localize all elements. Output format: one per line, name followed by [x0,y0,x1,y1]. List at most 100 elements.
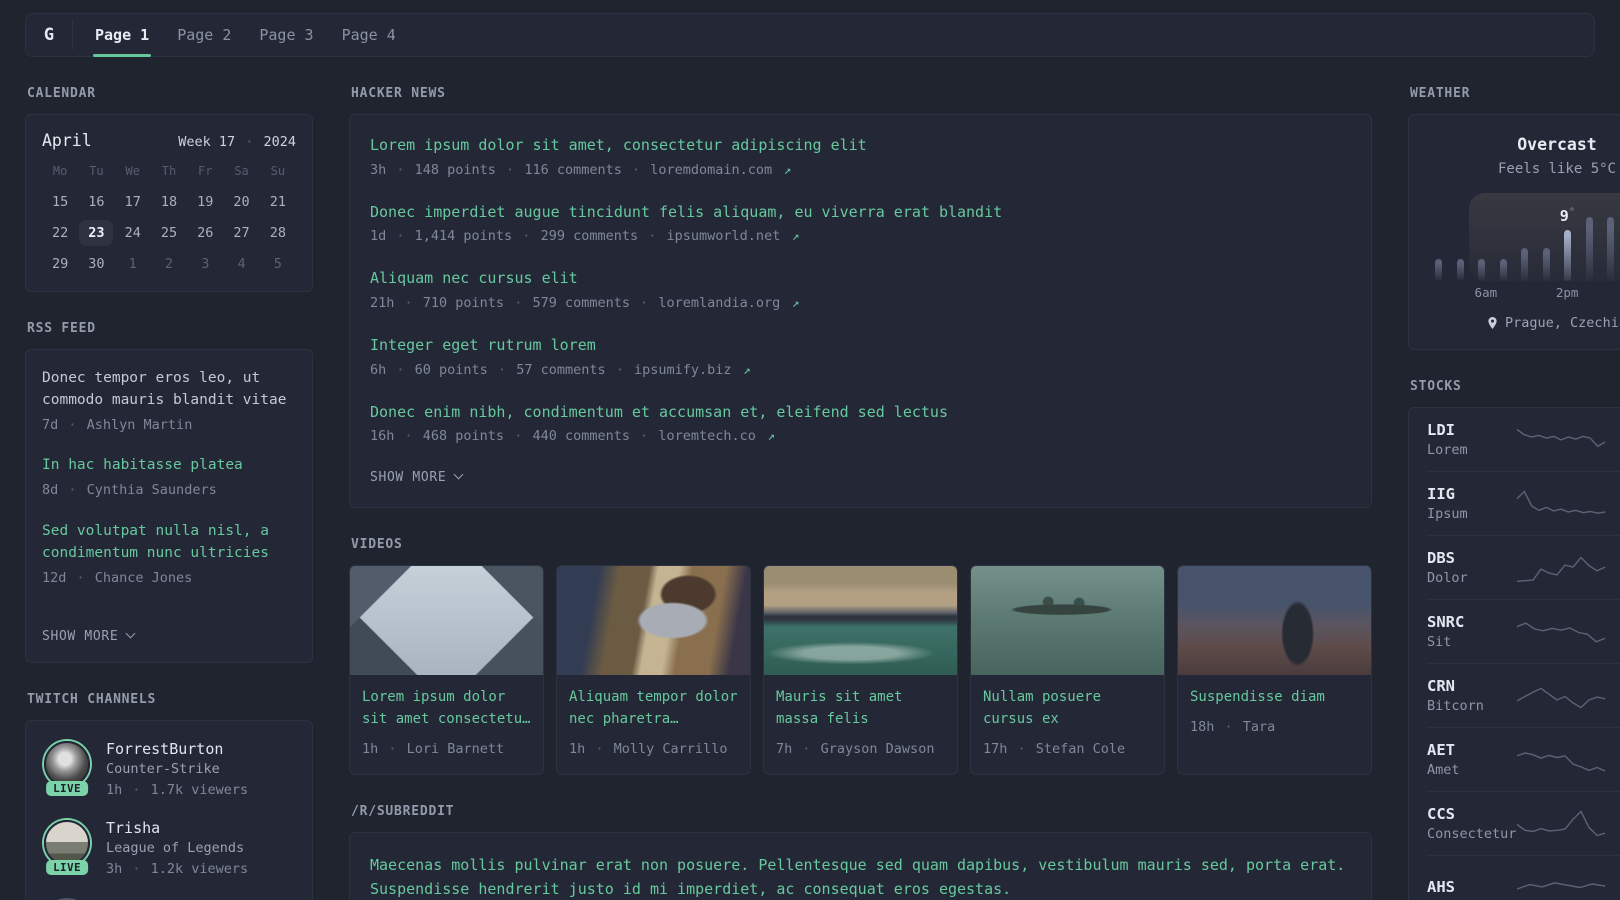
stock-sparkline [1515,550,1607,586]
stock-row[interactable]: LDI Lorem +4.35% $795.18 [1427,408,1620,471]
rss-widget-title: RSS FEED [27,321,96,336]
video-card[interactable]: Mauris sit amet massa felis 7h · Grayson … [763,565,958,775]
calendar-week-year: Week 17 · 2024 [178,134,296,150]
hackernews-widget: HACKER NEWS Lorem ipsum dolor sit amet, … [349,86,1372,509]
rss-item-title-link[interactable]: Donec tempor eros leo, ut commodo mauris… [42,368,296,412]
video-card-body: Mauris sit amet massa felis 7h · Grayson … [764,675,957,773]
stock-row[interactable]: CCS Consectetur +0.51% $165.84 [1427,791,1620,855]
tab-page-4[interactable]: Page 4 [328,14,410,56]
separator-dot: · [1216,719,1241,736]
twitch-channel-row[interactable]: LIVE Trisha League of Legends 3h · 1.2k vie… [42,818,296,880]
video-thumbnail[interactable] [764,566,957,676]
calendar-day: 1 [128,256,137,272]
videos-widget: VIDEOS Lorem ipsum dolor sit amet consec… [349,537,1372,775]
video-title-link[interactable]: Suspendisse diam [1190,687,1359,709]
sparkline-chart [1516,555,1606,582]
stock-name: Sit [1427,634,1452,650]
video-card[interactable]: Lorem ipsum dolor sit amet consectetu… 1h… [349,565,544,775]
calendar-widget: CALENDAR April Week 17 · 2024 Mo Tu We Th Fr… [25,86,313,292]
stock-change-percent: +2.84% [1607,485,1620,503]
videos-row: Lorem ipsum dolor sit amet consectetu… 1h… [349,565,1372,775]
video-thumbnail[interactable] [350,566,543,676]
weather-bar [1585,217,1593,281]
hackernews-item-title-link[interactable]: Lorem ipsum dolor sit amet, consectetur … [370,135,1351,157]
twitch-channel-name-link[interactable]: ForrestBurton [106,740,248,758]
stock-row[interactable]: AHS +0.46% [1427,855,1620,900]
app-logo[interactable]: G [26,14,72,56]
hackernews-item-title-link[interactable]: Integer eget rutrum lorem [370,335,1351,357]
twitch-channel-name-link[interactable]: Trisha [106,819,248,837]
twitch-card: LIVE ForrestBurton Counter-Strike 1h · 1.7k… [25,719,313,900]
stock-row[interactable]: CRN Bitcorn -1.00% $66,171.48 [1427,663,1620,727]
stock-row[interactable]: DBS Dolor +1.42% $156.28 [1427,535,1620,599]
calendar-day: 3 [201,256,210,272]
tab-page-2[interactable]: Page 2 [163,14,245,56]
video-title-link[interactable]: Aliquam tempor dolor nec pharetra… [569,687,738,730]
video-thumbnail[interactable] [557,566,750,676]
item-meta: 17h · Stefan Cole [983,739,1152,760]
hackernews-show-more-button[interactable]: SHOW MORE [370,469,464,485]
tab-page-3[interactable]: Page 3 [245,14,327,56]
video-title-link[interactable]: Nullam posuere cursus ex [983,687,1152,730]
separator-dot: · [497,161,523,178]
calendar-day: 19 [197,194,214,210]
twitch-channel-row[interactable]: LIVE ForrestBurton Counter-Strike 1h · 1.7k… [42,739,296,801]
source-domain-link[interactable]: loremdomain.com [650,162,772,178]
rss-item: Sed volutpat nulla nisl, a condimentum n… [42,521,296,588]
subreddit-post-title-link[interactable]: Maecenas mollis pulvinar erat non posuer… [370,853,1351,900]
stock-price: $165.84 [1607,826,1620,842]
stock-price: $499.72 [1607,762,1620,778]
meta-part: 148 points [414,161,496,178]
video-card-body: Suspendisse diam 18h · Tara [1178,675,1371,752]
stock-row[interactable]: SNRC Sit +1.36% $148.64 [1427,599,1620,663]
calendar-weekday-label: Su [270,164,286,178]
chevron-down-icon [125,628,136,638]
stock-sparkline [1515,806,1607,842]
location-pin-icon [1488,317,1497,329]
video-card-body: Lorem ipsum dolor sit amet consectetu… 1h… [350,675,543,773]
left-column: CALENDAR April Week 17 · 2024 Mo Tu We Th Fr… [25,57,313,900]
calendar-grid: Mo Tu We Th Fr Sa Su 15 16 17 18 19 20 21 22 23 24 25 26 27… [42,164,296,277]
item-meta: 3h · 148 points · 116 comments · loremdo… [370,160,1351,181]
subreddit-card: Maecenas mollis pulvinar erat non posuer… [349,831,1372,900]
separator-dot: · [506,428,531,445]
calendar-day: 15 [52,194,69,210]
rss-item-title-link[interactable]: In hac habitasse platea [42,455,296,477]
stock-price: $148.64 [1607,634,1620,650]
hackernews-item-title-link[interactable]: Donec imperdiet augue tincidunt felis al… [370,202,1351,224]
stock-change-percent: -1.00% [1607,677,1620,695]
calendar-month: April [42,131,92,150]
rss-show-more-button[interactable]: SHOW MORE [42,628,136,644]
calendar-weekday-label: Sa [234,164,249,178]
separator-dot: · [388,161,413,178]
video-card[interactable]: Suspendisse diam 18h · Tara [1177,565,1372,775]
source-domain-link[interactable]: loremtech.co [658,428,756,444]
stock-price: $66,171.48 [1607,698,1620,714]
meta-part: 3h [370,161,387,178]
source-domain-link[interactable]: ipsumworld.net [667,228,781,244]
subreddit-widget: /R/SUBREDDIT Maecenas mollis pulvinar er… [349,804,1372,900]
source-domain-link[interactable]: loremlandia.org [658,295,780,311]
stock-row[interactable]: AET Amet +0.92% $499.72 [1427,727,1620,791]
rss-item-title-link[interactable]: Sed volutpat nulla nisl, a condimentum n… [42,521,296,565]
separator-dot: · [396,428,421,445]
video-thumbnail[interactable] [971,566,1164,676]
meta-part: Molly Carrillo [613,740,728,757]
video-card[interactable]: Nullam posuere cursus ex 17h · Stefan Col… [970,565,1165,775]
external-link-icon: ↗ [784,228,800,244]
video-title-link[interactable]: Lorem ipsum dolor sit amet consectetu… [362,687,531,730]
weather-bar [1542,248,1550,281]
calendar-day: 16 [88,194,105,210]
video-thumbnail[interactable] [1178,566,1371,676]
tab-page-1[interactable]: Page 1 [81,14,163,57]
stock-change-percent: +0.92% [1607,741,1620,759]
right-column: WEATHER Overcast Feels like 5°C 9° 6am 2p… [1408,57,1620,900]
video-card[interactable]: Aliquam tempor dolor nec pharetra… 1h · M… [556,565,751,775]
hackernews-item-title-link[interactable]: Donec enim nibh, condimentum et accumsan… [370,402,1351,424]
hackernews-item-title-link[interactable]: Aliquam nec cursus elit [370,268,1351,290]
video-title-link[interactable]: Mauris sit amet massa felis [776,687,945,730]
meta-part: Stefan Cole [1035,740,1126,757]
calendar-day: 17 [124,194,141,210]
stock-row[interactable]: IIG Ipsum +2.84% $42.04 [1427,471,1620,535]
source-domain-link[interactable]: ipsumify.biz [634,362,732,378]
